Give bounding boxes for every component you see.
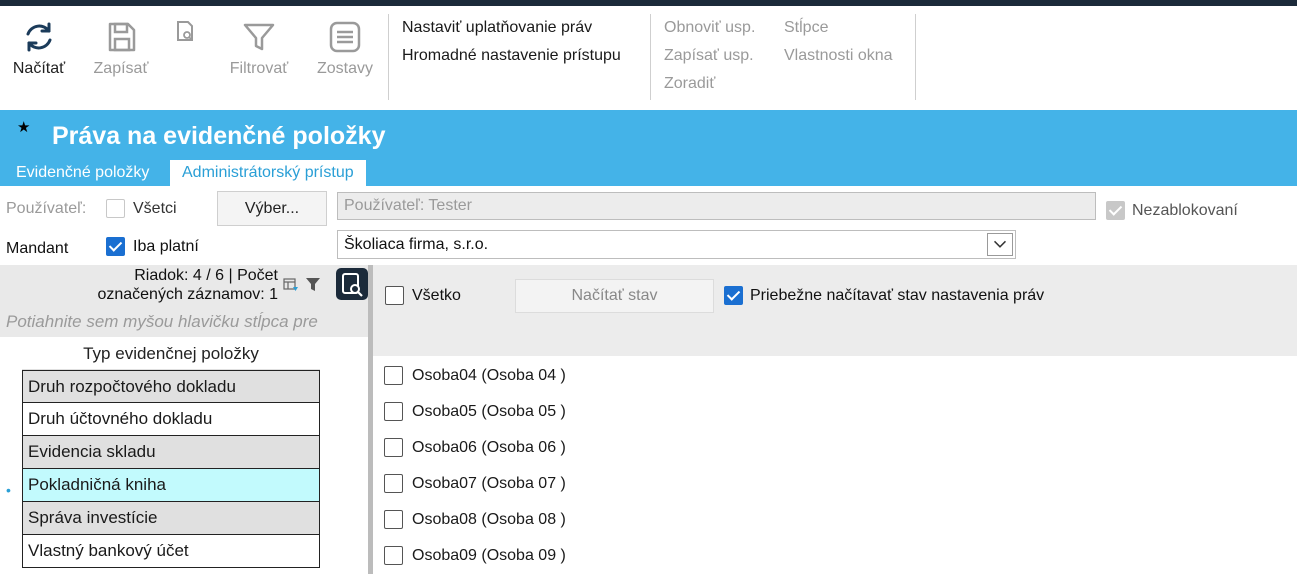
restore-layout-item[interactable]: Obnoviť usp. <box>664 19 755 37</box>
person-label: Osoba08 (Osoba 08 ) <box>412 511 566 528</box>
row-info: Riadok: 4 / 6 | Počet označených záznamo… <box>60 266 278 304</box>
table-row[interactable]: Vlastný bankový účet <box>22 535 320 568</box>
only-valid-checkbox[interactable] <box>106 237 125 256</box>
mandant-label: Mandant <box>6 240 69 257</box>
person-checkbox[interactable] <box>384 474 403 493</box>
person-checkbox[interactable] <box>384 402 403 421</box>
row-info-line2: označených záznamov: 1 <box>97 286 278 303</box>
load-label: Načítať <box>12 60 66 77</box>
load-state-button[interactable]: Načítať stav <box>515 279 714 313</box>
window-properties-item[interactable]: Vlastnosti okna <box>784 47 893 65</box>
group-by-hint[interactable]: Potiahnite sem myšou hlavičku stĺpca pre <box>6 312 368 332</box>
chevron-down-icon <box>994 240 1006 248</box>
person-checkbox[interactable] <box>384 546 403 565</box>
filter-icon[interactable] <box>305 276 321 293</box>
columns-item[interactable]: Stĺpce <box>784 19 828 37</box>
person-label: Osoba07 (Osoba 07 ) <box>412 475 566 492</box>
refresh-icon <box>26 22 52 52</box>
filter-label: Filtrovať <box>229 60 289 77</box>
user-field[interactable]: Používateľ: Tester <box>337 192 1096 220</box>
person-label: Osoba05 (Osoba 05 ) <box>412 403 566 420</box>
tab-admin-access[interactable]: Administrátorský prístup <box>170 160 366 186</box>
sort-item[interactable]: Zoradiť <box>664 75 715 93</box>
mandant-select[interactable]: Školiaca firma, s.r.o. <box>337 230 1016 259</box>
select-all-checkbox[interactable] <box>385 286 404 305</box>
ribbon-separator <box>915 14 916 100</box>
row-info-line1: Riadok: 4 / 6 | Počet <box>134 267 278 284</box>
table-row[interactable]: Druh rozpočtového dokladu <box>22 370 320 403</box>
save-button[interactable]: Zapísať <box>86 20 156 78</box>
mandant-value: Školiaca firma, s.r.o. <box>344 236 489 253</box>
search-grid-button[interactable] <box>336 268 368 300</box>
document-search-icon <box>177 21 193 41</box>
reports-button[interactable]: Zostavy <box>310 20 380 78</box>
bulk-access-setting-item[interactable]: Hromadné nastavenie prístupu <box>402 47 621 65</box>
right-panel-toolbar <box>373 265 1297 356</box>
select-all-label: Všetko <box>412 287 461 304</box>
person-checkbox[interactable] <box>384 510 403 529</box>
select-user-button[interactable]: Výber... <box>217 191 327 226</box>
unblocked-checkbox[interactable] <box>1106 201 1125 220</box>
filter-button[interactable]: Filtrovať <box>224 20 294 78</box>
filter-icon <box>243 23 275 51</box>
column-header-item-type[interactable]: Typ evidenčnej položky <box>22 338 320 370</box>
auto-load-checkbox[interactable] <box>724 286 743 305</box>
set-rights-application-item[interactable]: Nastaviť uplatňovanie práv <box>402 19 592 37</box>
save-label: Zapísať <box>93 60 149 77</box>
save-layout-item[interactable]: Zapísať usp. <box>664 47 754 65</box>
table-row[interactable]: Evidencia skladu <box>22 436 320 469</box>
person-checkbox[interactable] <box>384 438 403 457</box>
all-users-checkbox[interactable] <box>106 199 125 218</box>
all-users-label: Všetci <box>133 200 177 217</box>
page-title: Práva na evidenčné položky <box>52 122 386 150</box>
tab-evidence-items[interactable]: Evidenčné položky <box>4 160 161 186</box>
load-button[interactable]: Načítať <box>8 20 70 78</box>
user-label: Používateľ: <box>6 200 87 217</box>
table-row[interactable]: Druh účtovného dokladu <box>22 403 320 436</box>
person-label: Osoba06 (Osoba 06 ) <box>412 439 566 456</box>
ribbon-toolbar: Načítať Zapísať Filtrovať Zostavy Nastav… <box>0 6 1297 110</box>
unblocked-label: Nezablokovaní <box>1132 202 1238 219</box>
ribbon-separator <box>388 14 389 100</box>
person-label: Osoba09 (Osoba 09 ) <box>412 547 566 564</box>
ribbon-separator <box>650 14 651 100</box>
person-checkbox[interactable] <box>384 366 403 385</box>
only-valid-label: Iba platní <box>133 238 199 255</box>
auto-load-label: Priebežne načítavať stav nastavenia práv <box>750 287 1045 304</box>
table-row[interactable]: Správa investície <box>22 502 320 535</box>
current-row-marker: • <box>6 482 11 498</box>
search-icon <box>342 273 363 297</box>
dropdown-button[interactable] <box>987 233 1013 256</box>
person-label: Osoba04 (Osoba 04 ) <box>412 367 566 384</box>
save-icon <box>108 22 136 52</box>
column-chooser-icon[interactable] <box>283 277 299 293</box>
table-row-selected[interactable]: Pokladničná kniha <box>22 469 320 502</box>
list-icon <box>329 21 361 53</box>
favorite-star-icon[interactable]: ★ <box>17 118 30 136</box>
reports-label: Zostavy <box>316 60 373 77</box>
preview-button[interactable] <box>174 20 204 44</box>
